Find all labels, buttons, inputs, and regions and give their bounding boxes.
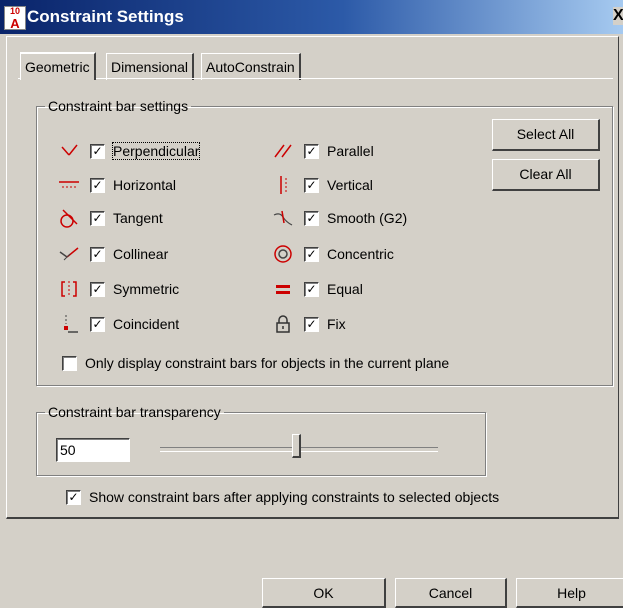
lock-icon: [272, 314, 294, 334]
vertical-icon: [272, 175, 294, 195]
title-bar: 10 A Constraint Settings: [0, 0, 623, 34]
equal-label: Equal: [327, 281, 363, 297]
transparency-legend: Constraint bar transparency: [48, 404, 221, 420]
fix-checkbox[interactable]: ✓: [304, 316, 319, 332]
parallel-label: Parallel: [327, 143, 374, 159]
tangent-checkbox[interactable]: ✓: [90, 210, 105, 226]
smooth-icon: [272, 208, 294, 228]
coincident-icon: [58, 314, 80, 334]
smooth-label: Smooth (G2): [327, 210, 408, 226]
select-all-button[interactable]: Select All: [492, 119, 600, 151]
parallel-icon: [272, 141, 294, 161]
collinear-checkbox[interactable]: ✓: [90, 246, 105, 262]
concentric-label: Concentric: [327, 246, 394, 262]
vertical-label: Vertical: [327, 177, 373, 193]
clear-all-button[interactable]: Clear All: [492, 159, 600, 191]
transparency-input[interactable]: 50: [56, 438, 130, 462]
parallel-checkbox[interactable]: ✓: [304, 143, 319, 159]
only-current-plane-option[interactable]: Only display constraint bars for objects…: [62, 352, 449, 374]
show-after-apply-label: Show constraint bars after applying cons…: [89, 489, 500, 505]
horizontal-icon: [58, 175, 80, 195]
show-after-apply-option[interactable]: ✓ Show constraint bars after applying co…: [66, 486, 499, 508]
fix-label: Fix: [327, 316, 346, 332]
constraint-bar-settings-legend: Constraint bar settings: [48, 98, 189, 114]
fix-option[interactable]: ✓ Fix: [272, 313, 346, 335]
ok-button[interactable]: OK: [262, 578, 386, 608]
tangent-icon: [58, 208, 80, 228]
help-button[interactable]: Help: [516, 578, 623, 608]
symmetric-icon: [58, 279, 80, 299]
tangent-option[interactable]: ✓ Tangent: [58, 207, 163, 229]
window-title: Constraint Settings: [27, 7, 184, 26]
show-after-apply-checkbox[interactable]: ✓: [66, 489, 81, 505]
concentric-checkbox[interactable]: ✓: [304, 246, 319, 262]
transparency-slider-thumb[interactable]: [292, 434, 301, 458]
symmetric-checkbox[interactable]: ✓: [90, 281, 105, 297]
vertical-option[interactable]: ✓ Vertical: [272, 174, 373, 196]
vertical-checkbox[interactable]: ✓: [304, 177, 319, 193]
collinear-icon: [58, 244, 80, 264]
collinear-label: Collinear: [113, 246, 169, 262]
tangent-label: Tangent: [113, 210, 163, 226]
concentric-icon: [272, 244, 294, 264]
equal-checkbox[interactable]: ✓: [304, 281, 319, 297]
horizontal-option[interactable]: ✓ Horizontal: [58, 174, 176, 196]
equal-icon: [272, 279, 294, 299]
smooth-checkbox[interactable]: ✓: [304, 210, 319, 226]
tab-geometric[interactable]: Geometric: [20, 52, 96, 80]
app-icon-sup: 10: [9, 6, 20, 16]
perpendicular-checkbox[interactable]: ✓: [90, 143, 105, 159]
symmetric-option[interactable]: ✓ Symmetric: [58, 278, 179, 300]
collinear-option[interactable]: ✓ Collinear: [58, 243, 168, 265]
perpendicular-option[interactable]: ✓ Perpendicular: [58, 140, 201, 162]
concentric-option[interactable]: ✓ Concentric: [272, 243, 394, 265]
app-icon-letter: A: [10, 16, 20, 31]
horizontal-checkbox[interactable]: ✓: [90, 177, 105, 193]
symmetric-label: Symmetric: [113, 281, 180, 297]
only-current-plane-label: Only display constraint bars for objects…: [85, 355, 450, 371]
only-current-plane-checkbox[interactable]: [62, 355, 77, 371]
perpendicular-icon: [58, 141, 80, 161]
parallel-option[interactable]: ✓ Parallel: [272, 140, 374, 162]
coincident-checkbox[interactable]: ✓: [90, 316, 105, 332]
cancel-button[interactable]: Cancel: [395, 578, 507, 608]
tab-autoconstrain[interactable]: AutoConstrain: [201, 53, 301, 80]
close-button[interactable]: X: [613, 7, 623, 25]
smooth-option[interactable]: ✓ Smooth (G2): [272, 207, 407, 229]
tab-dimensional[interactable]: Dimensional: [106, 53, 195, 80]
autocad-app-icon: 10 A: [4, 6, 26, 30]
equal-option[interactable]: ✓ Equal: [272, 278, 363, 300]
coincident-option[interactable]: ✓ Coincident: [58, 313, 179, 335]
horizontal-label: Horizontal: [113, 177, 177, 193]
perpendicular-label: Perpendicular: [111, 142, 201, 160]
coincident-label: Coincident: [113, 316, 180, 332]
